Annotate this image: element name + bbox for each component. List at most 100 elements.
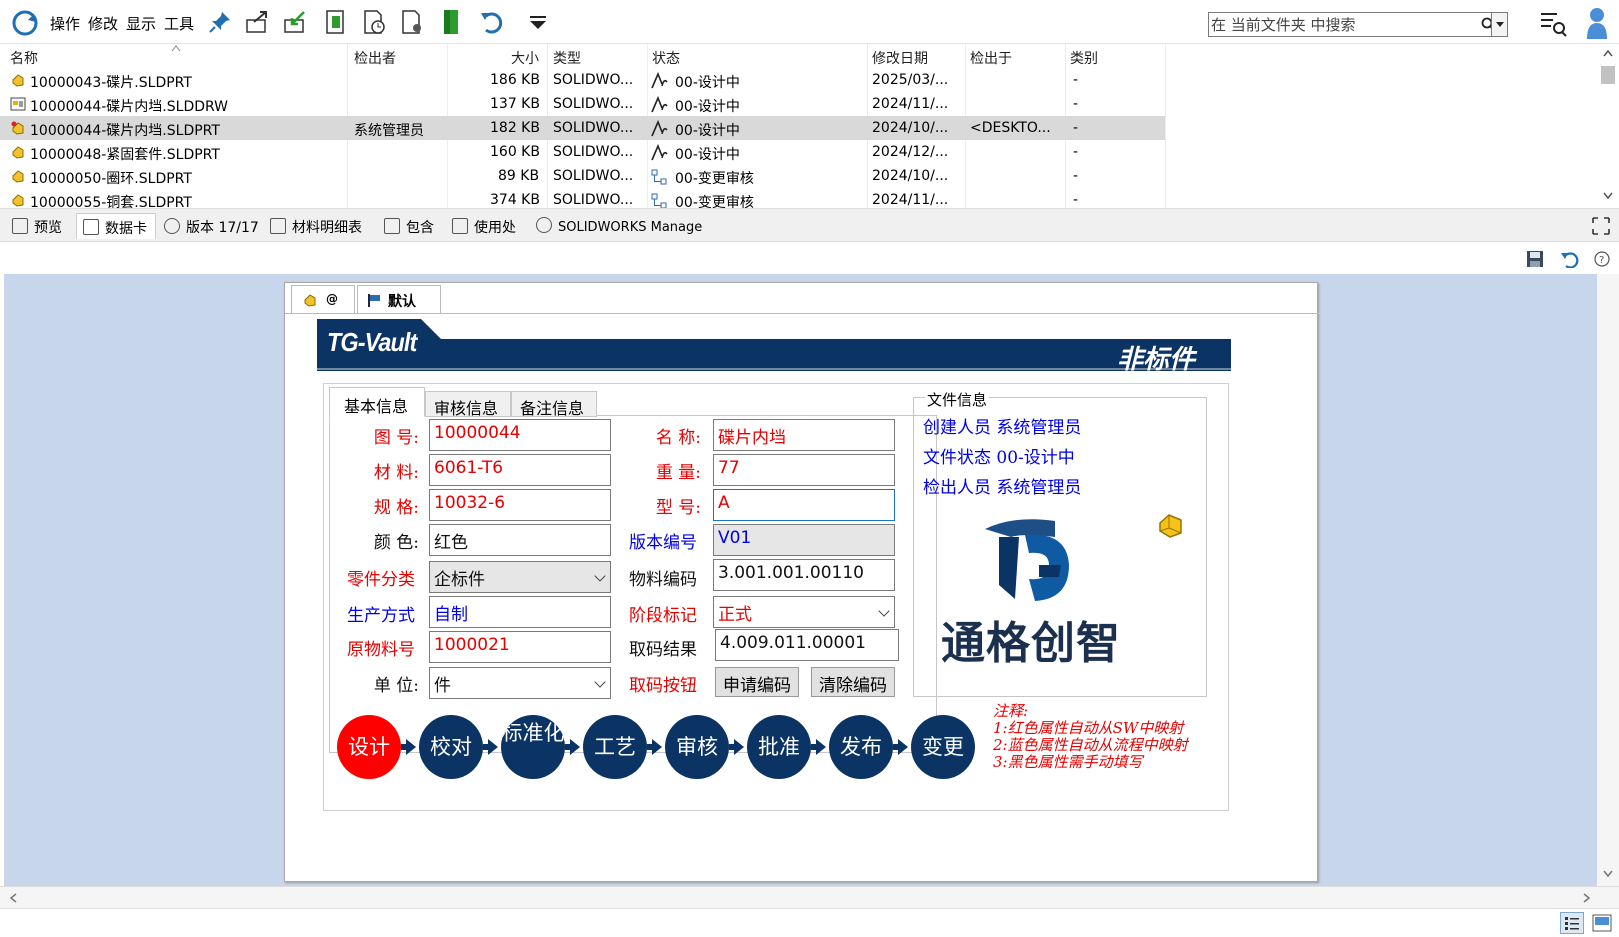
file-info-checked-out-by: 检出人员 系统管理员 bbox=[923, 478, 1082, 498]
file-row[interactable]: 10000044-碟片内垱.SLDDRW 137 KB SOLIDWO... 0… bbox=[0, 92, 1165, 116]
workflow-step-release[interactable]: 发布 bbox=[829, 715, 893, 779]
save-icon[interactable] bbox=[1526, 250, 1544, 268]
name-field[interactable]: 碟片内垱 bbox=[713, 419, 895, 451]
help-icon[interactable]: ? bbox=[1594, 251, 1610, 267]
card-tab-default[interactable]: 默认 bbox=[357, 285, 441, 313]
column-header-size[interactable]: 大小 bbox=[511, 48, 539, 68]
undo-checkout-icon[interactable] bbox=[478, 8, 506, 36]
scroll-left-icon[interactable] bbox=[8, 892, 18, 904]
tg-vault-banner bbox=[317, 319, 1231, 371]
refresh-icon[interactable] bbox=[10, 8, 40, 38]
file-modified-date: 2024/11/... bbox=[872, 192, 949, 208]
tab-review-info[interactable]: 审核信息 bbox=[425, 391, 511, 418]
get-latest-icon[interactable] bbox=[322, 8, 350, 36]
preview-view-icon[interactable] bbox=[1592, 914, 1612, 932]
scroll-down-icon[interactable] bbox=[1602, 190, 1614, 200]
user-icon[interactable] bbox=[1584, 6, 1610, 40]
file-row[interactable]: 10000048-紧固套件.SLDPRT 160 KB SOLIDWO... 0… bbox=[0, 140, 1165, 164]
column-header-state[interactable]: 状态 bbox=[652, 48, 680, 68]
tab-basic-info[interactable]: 基本信息 bbox=[329, 387, 425, 417]
view-file-icon[interactable] bbox=[398, 8, 426, 36]
production-field[interactable]: 自制 bbox=[429, 596, 611, 628]
arrow-right-icon bbox=[898, 739, 908, 755]
more-icon[interactable] bbox=[524, 8, 552, 36]
content-scrollbar[interactable] bbox=[1597, 274, 1619, 886]
scroll-down-icon[interactable] bbox=[1602, 868, 1614, 878]
stage-select[interactable]: 正式 bbox=[713, 596, 895, 628]
clear-code-button[interactable]: 清除编码 bbox=[811, 667, 895, 697]
file-type: SOLIDWO... bbox=[553, 168, 634, 184]
part-category-select[interactable]: 企标件 bbox=[429, 561, 611, 593]
search-dropdown-button[interactable] bbox=[1491, 13, 1507, 36]
file-category: - bbox=[1073, 120, 1079, 136]
file-row[interactable]: 10000055-铜套.SLDPRT 374 KB SOLIDWO... 00-… bbox=[0, 188, 1165, 208]
material-field[interactable]: 6061-T6 bbox=[429, 454, 611, 486]
undo-icon[interactable] bbox=[1560, 250, 1580, 268]
search-box[interactable] bbox=[1208, 12, 1508, 37]
tab-preview[interactable]: 预览 bbox=[8, 213, 74, 239]
file-row[interactable]: 10000050-圈环.SLDPRT 89 KB SOLIDWO... 00-变… bbox=[0, 164, 1165, 188]
column-header-checked-out-by[interactable]: 检出者 bbox=[354, 48, 396, 68]
tg-logo-icon bbox=[985, 519, 1069, 601]
pin-icon[interactable] bbox=[206, 8, 234, 36]
code-result-field[interactable]: 4.009.011.00001 bbox=[715, 629, 899, 661]
check-in-icon[interactable] bbox=[282, 8, 310, 36]
workflow-step-review[interactable]: 审核 bbox=[665, 715, 729, 779]
scroll-thumb[interactable] bbox=[1601, 66, 1615, 84]
tab-where-used[interactable]: 使用处 bbox=[452, 213, 530, 239]
menu-display[interactable]: 显示 bbox=[126, 13, 156, 34]
column-header-category[interactable]: 类别 bbox=[1070, 48, 1098, 68]
search-results-icon[interactable] bbox=[1538, 8, 1568, 38]
column-header-name[interactable]: 名称 bbox=[10, 48, 38, 68]
notes-title: 注释: bbox=[993, 703, 1029, 720]
part-file-icon bbox=[12, 146, 24, 159]
search-input[interactable] bbox=[1211, 15, 1477, 34]
details-view-icon[interactable] bbox=[1560, 912, 1584, 934]
file-size: 160 KB bbox=[490, 144, 540, 160]
tab-version[interactable]: 版本 17/17 bbox=[164, 213, 262, 239]
scroll-up-icon[interactable] bbox=[1602, 48, 1614, 58]
label-version-no: 版本编号 bbox=[629, 533, 697, 553]
scroll-right-icon[interactable] bbox=[1582, 892, 1592, 904]
tab-notes-info[interactable]: 备注信息 bbox=[511, 391, 597, 418]
check-out-icon[interactable] bbox=[244, 8, 272, 36]
tab-data-card[interactable]: 数据卡 bbox=[76, 213, 156, 239]
file-modified-date: 2024/11/... bbox=[872, 96, 949, 112]
card-tab-config[interactable]: @ bbox=[291, 285, 355, 313]
material-code-field[interactable]: 3.001.001.00110 bbox=[713, 559, 895, 591]
column-header-checked-out-in[interactable]: 检出于 bbox=[970, 48, 1012, 68]
change-state-icon[interactable] bbox=[438, 8, 466, 36]
column-header-type[interactable]: 类型 bbox=[553, 48, 581, 68]
file-row[interactable]: 10000043-碟片.SLDPRT 186 KB SOLIDWO... 00-… bbox=[0, 68, 1165, 92]
apply-code-button[interactable]: 申请编码 bbox=[715, 667, 799, 697]
menu-operations[interactable]: 操作 bbox=[50, 13, 80, 34]
drawing-no-field[interactable]: 10000044 bbox=[429, 419, 611, 451]
menu-tools[interactable]: 工具 bbox=[164, 13, 194, 34]
get-version-icon[interactable] bbox=[360, 8, 388, 36]
weight-field[interactable]: 77 bbox=[713, 454, 895, 486]
raw-material-field[interactable]: 1000021 bbox=[429, 631, 611, 663]
workflow-step-standardization[interactable]: 标准化 bbox=[501, 715, 565, 779]
workflow-step-process[interactable]: 工艺 bbox=[583, 715, 647, 779]
workflow-step-change[interactable]: 变更 bbox=[911, 715, 975, 779]
unit-select[interactable]: 件 bbox=[429, 667, 611, 699]
workflow-step-design[interactable]: 设计 bbox=[337, 715, 401, 779]
color-field[interactable]: 红色 bbox=[429, 524, 611, 556]
tab-solidworks-manage[interactable]: SOLIDWORKS Manage bbox=[536, 213, 716, 239]
file-row-selected[interactable]: 10000044-碟片内垱.SLDPRT 系统管理员 182 KB SOLIDW… bbox=[0, 116, 1165, 140]
horizontal-scrollbar[interactable] bbox=[0, 886, 1619, 908]
model-field[interactable]: A bbox=[713, 489, 895, 521]
part-file-icon bbox=[12, 170, 24, 183]
workflow-step-approve[interactable]: 批准 bbox=[747, 715, 811, 779]
file-list-scrollbar[interactable] bbox=[1597, 44, 1619, 208]
menu-modify[interactable]: 修改 bbox=[88, 13, 118, 34]
spec-field[interactable]: 10032-6 bbox=[429, 489, 611, 521]
version-no-field[interactable]: V01 bbox=[713, 524, 895, 556]
notes-line-3: 3:黑色属性需手动填写 bbox=[993, 753, 1143, 771]
maximize-icon[interactable] bbox=[1592, 217, 1610, 235]
workflow-step-proofread[interactable]: 校对 bbox=[419, 715, 483, 779]
tab-bill-of-materials[interactable]: 材料明细表 bbox=[270, 213, 376, 239]
column-header-modified-date[interactable]: 修改日期 bbox=[872, 48, 928, 68]
tab-contains[interactable]: 包含 bbox=[384, 213, 444, 239]
workflow-change-state-icon bbox=[651, 193, 667, 208]
